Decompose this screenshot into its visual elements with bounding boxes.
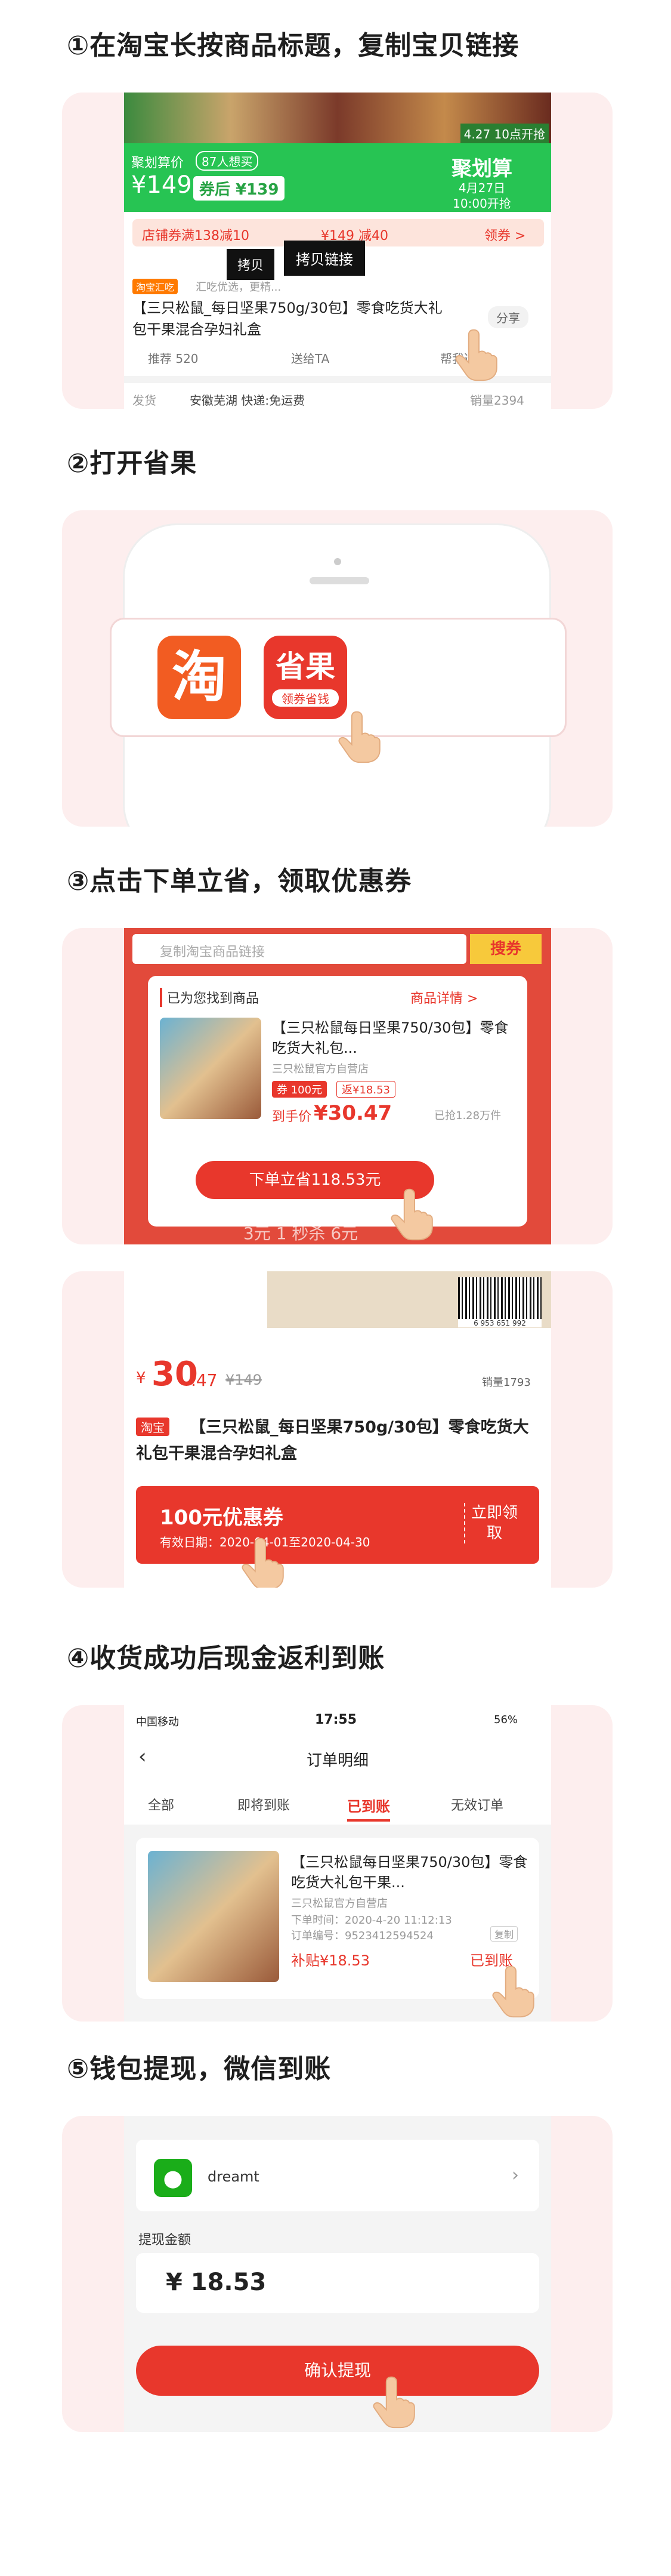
claim-coupon-button[interactable]: 立即领取 bbox=[464, 1503, 524, 1543]
amount-value: ¥ 18.53 bbox=[166, 2269, 267, 2296]
wechat-icon: ● bbox=[154, 2159, 192, 2197]
tab-received[interactable]: 已到账 bbox=[347, 1795, 390, 1822]
step-5-title: ⑤钱包提现，微信到账 bbox=[67, 2054, 332, 2084]
get-coupon-link[interactable]: 领券 > bbox=[484, 225, 525, 244]
coupon-tag: 券 100元 bbox=[272, 1081, 327, 1098]
tap-hand-icon bbox=[451, 325, 508, 383]
juhuasuan-price-label: 聚划算价 bbox=[131, 156, 184, 171]
step-1-panel: 4.27 10点开抢 聚划算价 87人想买 ¥149 券后 ¥139 聚划算 4… bbox=[62, 93, 613, 409]
tab-all[interactable]: 全部 bbox=[148, 1795, 174, 1814]
price-decimal: .47 bbox=[191, 1370, 218, 1390]
juhuasuan-price: ¥149 bbox=[131, 171, 192, 199]
juhuasuan-date: 4月27日 bbox=[458, 181, 506, 195]
product-thumbnail bbox=[160, 1018, 261, 1119]
sales-count: 销量2394 bbox=[470, 393, 524, 408]
juhuasuan-time: 10:00开抢 bbox=[453, 196, 511, 211]
final-price: ¥30.47 bbox=[314, 1101, 392, 1125]
order-detail-screen: 中国移动 17:55 56% ‹ 订单明细 全部 即将到账 已到账 无效订单 【… bbox=[124, 1705, 551, 2022]
product-title: 【三只松鼠_每日坚果750g/30包】零食吃货大礼包干果混合孕妇礼盒 bbox=[136, 1418, 529, 1463]
step-3-title: ③点击下单立省，领取优惠券 bbox=[67, 866, 412, 896]
step-2-title: ②打开省果 bbox=[67, 448, 197, 479]
want-count: 87人想买 bbox=[196, 151, 259, 171]
tap-hand-icon bbox=[386, 1185, 444, 1242]
subsidy-amount: 补贴¥18.53 bbox=[291, 1952, 370, 1969]
product-title: 【三只松鼠每日坚果750/30包】零食吃货大礼包... bbox=[272, 1019, 509, 1056]
tab-pending[interactable]: 即将到账 bbox=[237, 1795, 290, 1814]
shop-name: 三只松鼠官方自营店 bbox=[291, 1897, 388, 1910]
copy-button[interactable]: 复制 bbox=[490, 1926, 518, 1942]
barcode bbox=[458, 1277, 542, 1319]
currency-symbol: ¥ bbox=[136, 1369, 146, 1387]
step-4-panel: 中国移动 17:55 56% ‹ 订单明细 全部 即将到账 已到账 无效订单 【… bbox=[62, 1705, 613, 2022]
clock: 17:55 bbox=[315, 1712, 357, 1727]
sold-count: 已抢1.28万件 bbox=[434, 1110, 502, 1122]
product-title[interactable]: 【三只松鼠_每日坚果750g/30包】零食吃货大礼包干果混合孕妇礼盒 bbox=[132, 297, 454, 340]
confirm-withdraw-button[interactable]: 确认提现 bbox=[136, 2346, 539, 2396]
found-label: 已为您找到商品 bbox=[160, 988, 259, 1007]
tap-hand-icon bbox=[237, 1534, 295, 1588]
product-thumbnail bbox=[148, 1851, 279, 1982]
search-button[interactable]: 搜券 bbox=[470, 934, 542, 964]
product-detail-screen: 6 953 651 992 30 ¥ .47 ¥149 销量1793 淘宝 【三… bbox=[124, 1271, 551, 1588]
product-title: 【三只松鼠每日坚果750/30包】零食吃货大礼包干果... bbox=[291, 1854, 528, 1891]
step-2-panel: 淘 省果 领券省钱 bbox=[62, 510, 613, 827]
after-coupon-price: 券后 ¥139 bbox=[193, 176, 285, 201]
shipping-label: 发货 bbox=[132, 393, 156, 408]
battery: 56% bbox=[494, 1714, 518, 1726]
phone-camera bbox=[334, 558, 341, 565]
coupon-value: 100元优惠券 bbox=[160, 1506, 283, 1530]
recommend-count[interactable]: 推荐 520 bbox=[148, 349, 199, 366]
juhuasuan-brand: 聚划算 bbox=[452, 157, 512, 181]
page-title: 订单明细 bbox=[306, 1752, 369, 1770]
tap-hand-icon bbox=[488, 1962, 545, 2019]
taobao-tag: 淘宝汇吃 bbox=[132, 279, 178, 294]
tap-hand-icon bbox=[369, 2372, 426, 2430]
details-link[interactable]: 商品详情 > bbox=[410, 988, 478, 1007]
pre-sale-badge: 4.27 10点开抢 bbox=[460, 124, 549, 143]
tap-hand-icon bbox=[334, 707, 391, 765]
shipping-info: 安徽芜湖 快递:免运费 bbox=[190, 393, 305, 408]
shengguo-app-subtitle: 领券省钱 bbox=[272, 689, 339, 707]
step-3-panel: 复制淘宝商品链接 搜券 3元 1 秒杀 6元 已为您找到商品 商品详情 > 【三… bbox=[62, 928, 613, 1244]
chevron-right-icon: › bbox=[512, 2165, 519, 2186]
amount-label: 提现金额 bbox=[138, 2233, 191, 2248]
original-price: ¥149 bbox=[225, 1372, 262, 1388]
copy-tooltip[interactable]: 拷贝 bbox=[227, 249, 275, 280]
step-4-title: ④收货成功后现金返利到账 bbox=[67, 1643, 385, 1674]
wechat-name: dreamt bbox=[208, 2168, 259, 2185]
taobao-app-icon[interactable]: 淘 bbox=[157, 636, 241, 719]
shop-name: 三只松鼠官方自营店 bbox=[272, 1063, 369, 1076]
taobao-product-screen: 4.27 10点开抢 聚划算价 87人想买 ¥149 券后 ¥139 聚划算 4… bbox=[124, 93, 551, 409]
shengguo-search-screen: 复制淘宝商品链接 搜券 3元 1 秒杀 6元 已为您找到商品 商品详情 > 【三… bbox=[124, 928, 551, 1244]
rebate-tag: 返¥18.53 bbox=[336, 1081, 395, 1098]
copy-link-tooltip[interactable]: 拷贝链接 bbox=[284, 241, 365, 276]
withdraw-screen: ● dreamt › 提现金额 ¥ 18.53 确认提现 bbox=[124, 2116, 551, 2432]
tag-subtext: 汇吃优选，更精... bbox=[196, 281, 282, 294]
sales-count: 销量1793 bbox=[482, 1376, 531, 1389]
wechat-account-card[interactable] bbox=[136, 2140, 539, 2211]
carrier: 中国移动 bbox=[136, 1716, 179, 1728]
step-3b-panel: 6 953 651 992 30 ¥ .47 ¥149 销量1793 淘宝 【三… bbox=[62, 1271, 613, 1588]
final-price-label: 到手价 bbox=[272, 1110, 312, 1124]
barcode-number: 6 953 651 992 bbox=[458, 1319, 542, 1327]
search-input[interactable]: 复制淘宝商品链接 bbox=[160, 941, 265, 960]
order-number: 订单编号：9523412594524 bbox=[291, 1930, 434, 1942]
shengguo-app-name: 省果 bbox=[276, 649, 335, 684]
phone-speaker bbox=[310, 577, 369, 584]
shop-coupon-text: 店铺券满138减10 bbox=[142, 229, 249, 244]
order-time: 下单时间：2020-4-20 11:12:13 bbox=[291, 1914, 452, 1927]
gift-button[interactable]: 送给TA bbox=[291, 349, 329, 366]
tab-invalid[interactable]: 无效订单 bbox=[451, 1795, 503, 1814]
step-5-panel: ● dreamt › 提现金额 ¥ 18.53 确认提现 bbox=[62, 2116, 613, 2432]
step-1-title: ①在淘宝长按商品标题，复制宝贝链接 bbox=[67, 30, 520, 61]
